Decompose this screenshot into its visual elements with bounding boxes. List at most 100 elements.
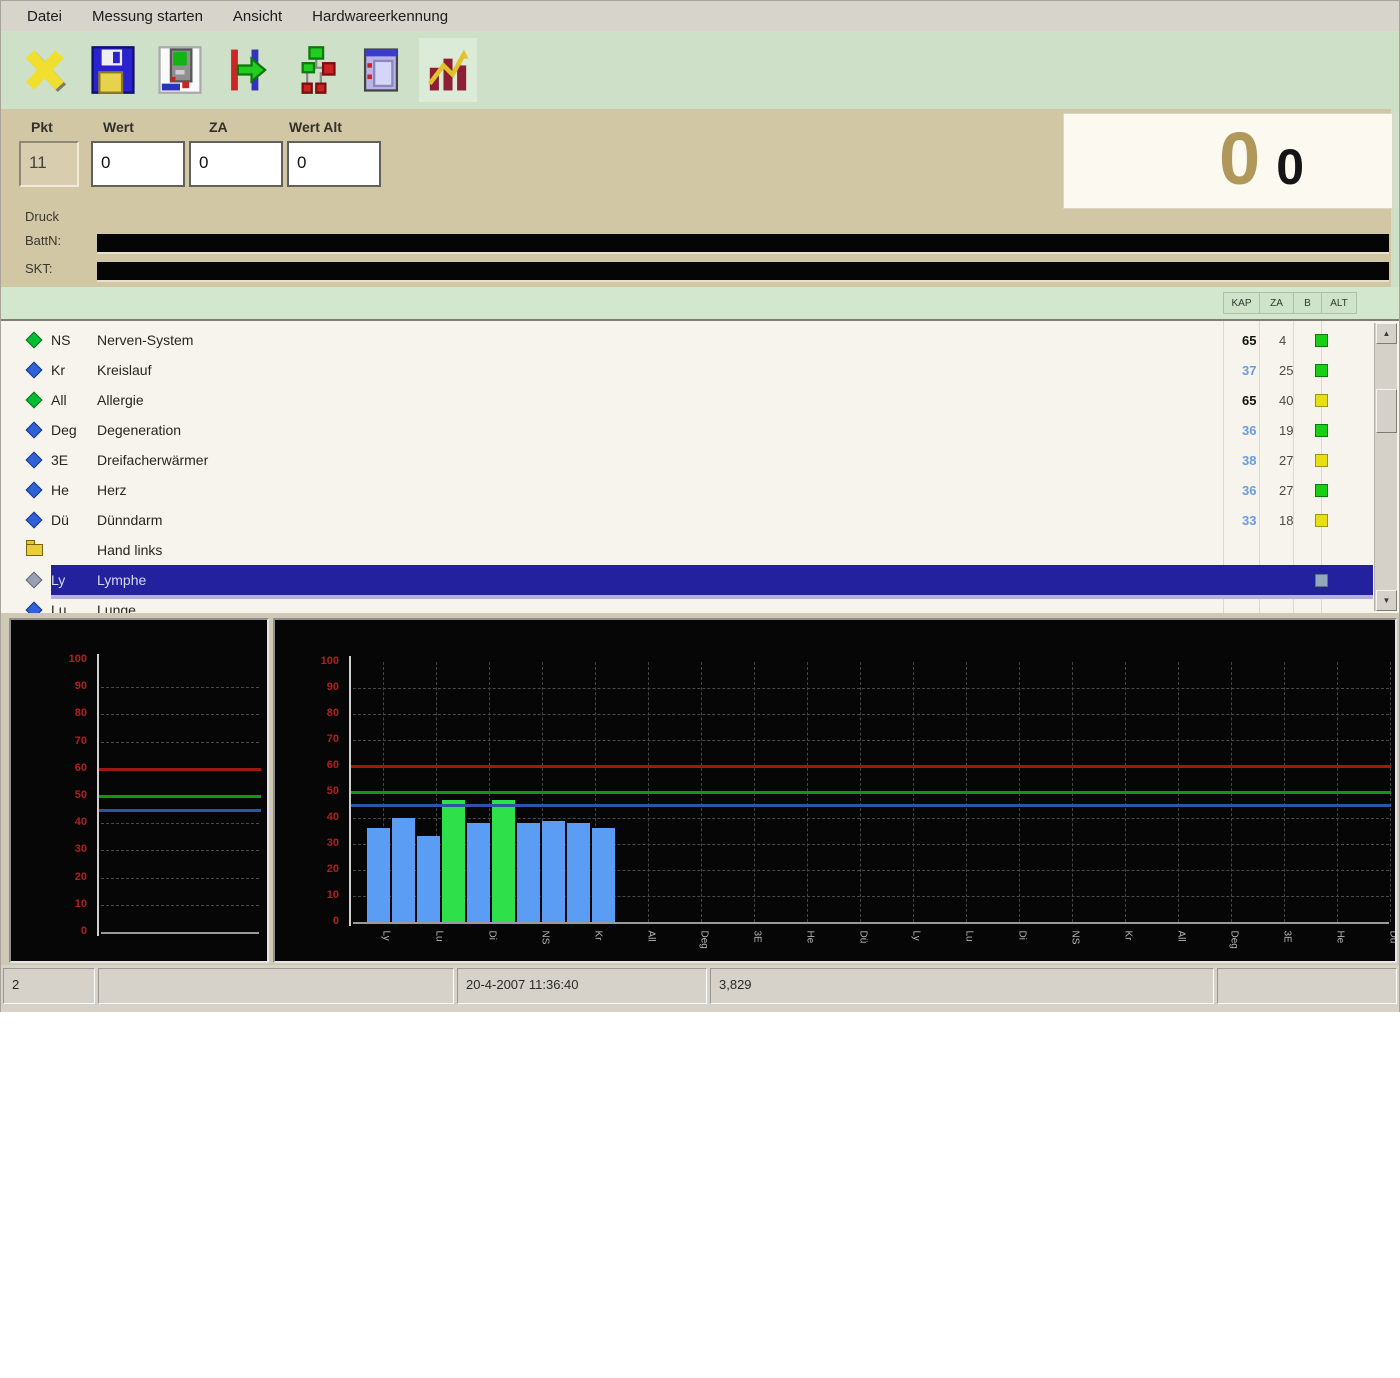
row-name: Herz	[97, 482, 1237, 498]
column-header[interactable]: B	[1293, 292, 1321, 314]
status-square	[1315, 364, 1328, 377]
close-icon	[23, 45, 69, 95]
node-icon	[17, 394, 51, 406]
table-row[interactable]: KrKreislauf3725	[1, 355, 1373, 385]
row-kap-value: 65	[1237, 393, 1273, 408]
reference-line	[351, 765, 1391, 768]
table-row[interactable]: NSNerven-System654	[1, 325, 1373, 355]
table-scrollbar[interactable]: ▲ ▼	[1374, 323, 1397, 611]
chart-bar	[567, 823, 590, 922]
row-code: Deg	[51, 422, 97, 438]
row-code: NS	[51, 332, 97, 348]
y-tick-label: 90	[11, 680, 87, 692]
row-name: Allergie	[97, 392, 1237, 408]
scroll-up-icon[interactable]: ▲	[1376, 323, 1397, 344]
y-tick-label: 80	[275, 707, 339, 719]
x-tick-label: He	[805, 931, 816, 953]
row-kap-value: 36	[1237, 483, 1273, 498]
node-icon	[17, 364, 51, 376]
y-tick-label: 20	[11, 871, 87, 883]
menu-item[interactable]: Datei	[27, 8, 62, 25]
status-cell: 3,829	[710, 968, 1214, 1004]
table-row[interactable]: Hand links	[1, 535, 1373, 565]
chart-bar	[417, 836, 440, 922]
statistics-button[interactable]	[419, 38, 477, 102]
y-tick-label: 30	[11, 843, 87, 855]
gridline-h	[101, 742, 259, 743]
scroll-down-icon[interactable]: ▼	[1376, 590, 1397, 611]
save-button[interactable]	[84, 38, 142, 102]
x-axis-line	[101, 932, 259, 934]
row-kap-value: 38	[1237, 453, 1273, 468]
row-status-cell	[1307, 514, 1335, 527]
x-tick-label: All	[646, 931, 657, 953]
row-status-cell	[1307, 394, 1335, 407]
status-square	[1315, 424, 1328, 437]
menu-item[interactable]: Hardwareerkennung	[312, 8, 448, 25]
app-window: Datei Messung starten Ansicht Hardwareerken…	[0, 0, 1400, 1012]
reference-line	[99, 768, 261, 771]
toolbar	[1, 31, 1399, 109]
display-value-secondary: 0	[1276, 138, 1304, 196]
close-button[interactable]	[17, 38, 75, 102]
column-header[interactable]: KAP	[1223, 292, 1259, 314]
node-icon	[17, 424, 51, 436]
row-status-cell	[1307, 424, 1335, 437]
menu-item[interactable]: Ansicht	[233, 8, 282, 25]
monitor-chart: 1009080706050403020100	[9, 618, 269, 963]
y-tick-label: 20	[275, 863, 339, 875]
x-tick-label: Dü	[858, 931, 869, 953]
menu-item[interactable]: Messung starten	[92, 8, 203, 25]
x-tick-label: Ly	[911, 931, 922, 953]
table-row[interactable]: AllAllergie6540	[1, 385, 1373, 415]
probe-transfer-button[interactable]	[218, 38, 276, 102]
page: Datei Messung starten Ansicht Hardwareerken…	[0, 0, 1400, 1378]
x-tick-label: Ly	[381, 931, 392, 953]
table-body: NSNerven-System654KrKreislauf3725AllAlle…	[1, 325, 1373, 613]
wert-alt-field[interactable]: 0	[287, 141, 381, 187]
wert-field[interactable]: 0	[91, 141, 185, 187]
row-name: Degeneration	[97, 422, 1237, 438]
y-tick-label: 100	[11, 653, 87, 665]
table-row[interactable]: DegDegeneration3619	[1, 415, 1373, 445]
charts-area: 1009080706050403020100 10090807060504030…	[1, 613, 1399, 965]
gridline-h	[101, 878, 259, 879]
measurement-panel: Pkt Wert ZA Wert Alt 11 0 0 0 0 0 Druck …	[1, 109, 1399, 287]
row-za-value: 40	[1273, 393, 1307, 408]
table-row[interactable]: 3EDreifacherwärmer3827	[1, 445, 1373, 475]
display-value-primary: 0	[1219, 114, 1260, 204]
measure-device-icon	[157, 45, 203, 95]
table-header-strip: KAPZABALT	[1, 287, 1399, 319]
x-tick-label: Kr	[1123, 931, 1134, 953]
reference-line	[99, 809, 261, 812]
x-tick-label: Lu	[434, 931, 445, 953]
node-icon	[17, 454, 51, 466]
row-za-value: 25	[1273, 363, 1307, 378]
chart-bar	[367, 828, 390, 922]
scrollbar-thumb[interactable]	[1376, 389, 1397, 433]
table-row[interactable]: LyLymphe	[1, 565, 1373, 595]
gridline-h	[101, 850, 259, 851]
pkt-label: Pkt	[31, 119, 53, 135]
reference-line	[99, 795, 261, 798]
table-row[interactable]: DüDünndarm3318	[1, 505, 1373, 535]
measure-device-button[interactable]	[151, 38, 209, 102]
gridline-h	[101, 823, 259, 824]
table-row[interactable]: HeHerz3627	[1, 475, 1373, 505]
za-field[interactable]: 0	[189, 141, 283, 187]
column-header[interactable]: ALT	[1321, 292, 1357, 314]
chart-bar	[592, 828, 615, 922]
point-network-button[interactable]	[285, 38, 343, 102]
y-tick-label: 90	[275, 681, 339, 693]
status-square	[1315, 484, 1328, 497]
report-form-button[interactable]	[352, 38, 410, 102]
pkt-field[interactable]: 11	[19, 141, 79, 187]
y-tick-label: 0	[11, 925, 87, 937]
column-header[interactable]: ZA	[1259, 292, 1293, 314]
y-tick-label: 80	[11, 707, 87, 719]
chart-bar	[442, 800, 465, 922]
table-row[interactable]: LuLunge	[1, 595, 1373, 613]
y-tick-label: 0	[275, 915, 339, 927]
row-name: Hand links	[97, 542, 1237, 558]
row-za-value: 27	[1273, 483, 1307, 498]
